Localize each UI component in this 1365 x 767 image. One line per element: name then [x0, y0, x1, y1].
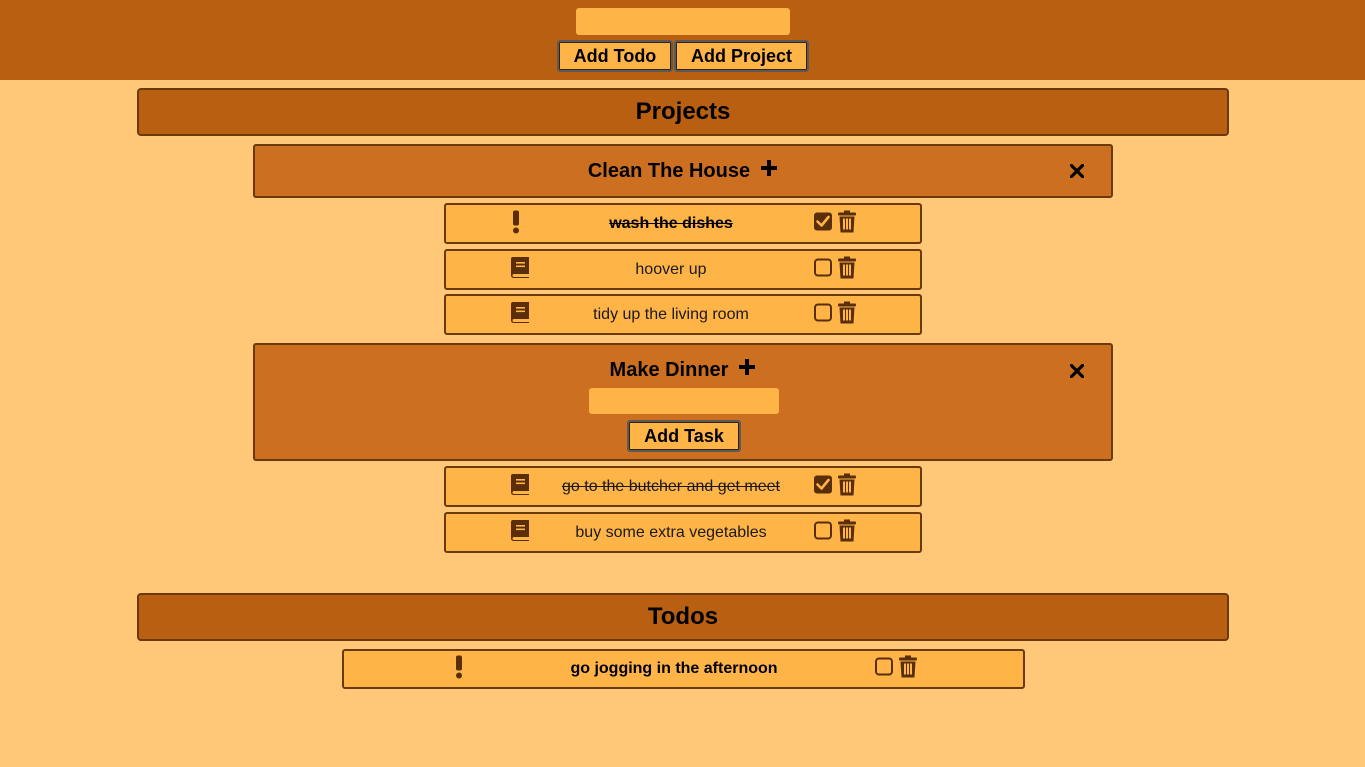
exclamation-icon — [511, 209, 521, 238]
task-item: hoover up — [444, 249, 922, 290]
projects-heading-text: Projects — [635, 98, 731, 125]
trash-icon[interactable] — [838, 256, 856, 283]
trash-icon[interactable] — [838, 210, 856, 237]
book-icon — [511, 256, 529, 283]
projects-heading: Projects — [137, 88, 1229, 136]
trash-icon[interactable] — [838, 301, 856, 328]
add-project-button[interactable]: Add Project — [674, 40, 809, 72]
todos-heading: Todos — [137, 593, 1229, 641]
project-card-clean-the-house: Clean The House — [253, 144, 1113, 198]
plus-icon[interactable] — [760, 159, 778, 183]
project-card-make-dinner: Make Dinner Add Task — [253, 343, 1113, 461]
checkbox-unchecked[interactable] — [814, 258, 832, 281]
new-task-input[interactable] — [589, 388, 779, 414]
todo-item: go jogging in the afternoon — [342, 649, 1025, 689]
project-title: Clean The House — [587, 159, 751, 182]
plus-icon[interactable] — [738, 358, 756, 382]
book-icon — [511, 519, 529, 546]
project-title: Make Dinner — [609, 358, 729, 381]
task-text: go to the butcher and get meet — [562, 477, 780, 495]
book-icon — [511, 301, 529, 328]
todos-heading-text: Todos — [647, 603, 719, 630]
task-text: wash the dishes — [609, 214, 733, 232]
task-item: wash the dishes — [444, 203, 922, 244]
close-icon[interactable] — [1069, 363, 1085, 383]
checkbox-unchecked[interactable] — [814, 303, 832, 326]
new-item-input[interactable] — [576, 8, 790, 35]
checkbox-checked[interactable] — [814, 212, 832, 235]
checkbox-unchecked[interactable] — [814, 521, 832, 544]
close-icon[interactable] — [1069, 163, 1085, 183]
task-item: go to the butcher and get meet — [444, 466, 922, 507]
task-text: hoover up — [635, 260, 707, 278]
trash-icon[interactable] — [838, 473, 856, 500]
top-bar: Add Todo Add Project — [0, 0, 1365, 80]
book-icon — [511, 473, 529, 500]
task-item: buy some extra vegetables — [444, 512, 922, 553]
add-todo-button[interactable]: Add Todo — [557, 40, 673, 72]
trash-icon[interactable] — [899, 655, 917, 683]
task-item: tidy up the living room — [444, 294, 922, 335]
task-text: tidy up the living room — [593, 305, 749, 323]
task-text: buy some extra vegetables — [575, 523, 767, 541]
trash-icon[interactable] — [838, 519, 856, 546]
checkbox-checked[interactable] — [814, 475, 832, 498]
project-title-row: Clean The House — [255, 146, 1111, 196]
add-task-button[interactable]: Add Task — [627, 420, 741, 452]
todo-text: go jogging in the afternoon — [570, 660, 778, 677]
checkbox-unchecked[interactable] — [875, 657, 893, 681]
exclamation-icon — [454, 655, 464, 684]
